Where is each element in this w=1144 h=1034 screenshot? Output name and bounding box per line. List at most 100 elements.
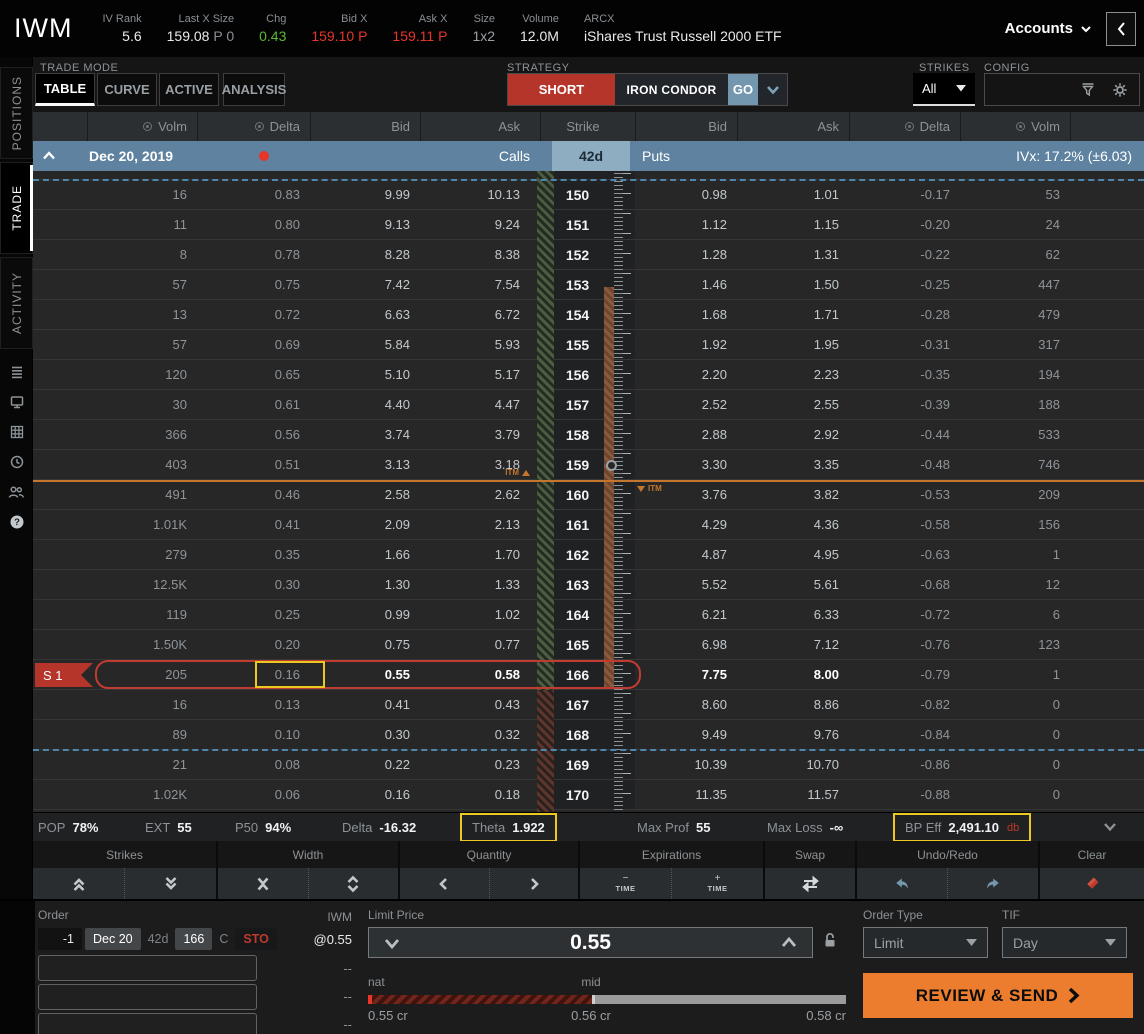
put-bid[interactable]: 1.28	[635, 240, 737, 269]
put-ask[interactable]: 11.57	[737, 780, 849, 809]
call-bid[interactable]: 0.22	[310, 750, 420, 779]
chain-row-strike-157[interactable]: 300.614.404.471572.522.55-0.39188	[33, 390, 1144, 420]
call-ask[interactable]: 5.17	[420, 360, 530, 389]
chain-row-strike-164[interactable]: 1190.250.991.021646.216.33-0.726	[33, 600, 1144, 630]
put-ask[interactable]: 3.35	[737, 450, 849, 479]
put-bid[interactable]: 5.52	[635, 570, 737, 599]
call-bid[interactable]: 1.30	[310, 570, 420, 599]
put-bid[interactable]: 0.98	[635, 180, 737, 209]
strategy-go-button[interactable]: GO	[728, 74, 758, 105]
put-ask[interactable]: 7.12	[737, 630, 849, 659]
col-header-call-ask[interactable]: Ask	[420, 112, 530, 141]
put-ask[interactable]: 8.00	[737, 660, 849, 689]
put-ask[interactable]: 4.36	[737, 510, 849, 539]
col-header-put-delta[interactable]: Delta	[849, 112, 960, 141]
put-ask[interactable]: 5.61	[737, 570, 849, 599]
help-icon[interactable]: ?	[0, 507, 33, 537]
strikes-filter-dropdown[interactable]: All	[913, 73, 975, 106]
put-ask[interactable]: 3.82	[737, 480, 849, 509]
put-ask[interactable]: 2.92	[737, 420, 849, 449]
call-ask[interactable]: 2.13	[420, 510, 530, 539]
put-ask[interactable]: 6.33	[737, 600, 849, 629]
col-header-call-volume[interactable]: Volm	[87, 112, 197, 141]
put-bid[interactable]: 4.87	[635, 540, 737, 569]
users-icon[interactable]	[0, 477, 33, 507]
chevron-down-icon[interactable]	[1102, 820, 1118, 834]
lock-icon[interactable]	[821, 931, 839, 949]
put-bid[interactable]: 6.21	[635, 600, 737, 629]
put-ask[interactable]: 0.88	[737, 171, 849, 179]
monitor-icon[interactable]	[0, 387, 33, 417]
put-bid[interactable]: 7.75	[635, 660, 737, 689]
put-ask[interactable]: 1.71	[737, 300, 849, 329]
order-chip-sto[interactable]: STO	[235, 928, 276, 950]
tab-curve[interactable]: CURVE	[97, 73, 157, 106]
call-bid[interactable]: 6.63	[310, 300, 420, 329]
put-ask[interactable]: 2.55	[737, 390, 849, 419]
tab-table[interactable]: TABLE	[35, 73, 95, 106]
put-bid[interactable]: 2.52	[635, 390, 737, 419]
chain-row-strike-163[interactable]: 12.5K0.301.301.331635.525.61-0.6812	[33, 570, 1144, 600]
order-leg-input[interactable]	[38, 1013, 257, 1034]
chevron-right-button[interactable]	[490, 868, 579, 899]
col-header-put-bid[interactable]: Bid	[635, 112, 737, 141]
limit-price-value[interactable]: 0.55	[415, 928, 766, 957]
chevrons-down-button[interactable]	[125, 868, 216, 899]
tab-active[interactable]: ACTIVE	[159, 73, 219, 106]
call-ask[interactable]: 4.47	[420, 390, 530, 419]
chain-row-strike-167[interactable]: 160.130.410.431678.608.86-0.820	[33, 690, 1144, 720]
put-bid[interactable]: 8.60	[635, 690, 737, 719]
call-ask[interactable]: 8.38	[420, 240, 530, 269]
order-chip--1[interactable]: -1	[38, 928, 82, 950]
put-bid[interactable]: 0.85	[635, 171, 737, 179]
call-bid[interactable]: 5.10	[310, 360, 420, 389]
call-ask[interactable]: 0.23	[420, 750, 530, 779]
call-bid[interactable]: 0.99	[310, 600, 420, 629]
put-bid[interactable]: 2.88	[635, 420, 737, 449]
filter-icon[interactable]	[1079, 81, 1097, 99]
call-ask[interactable]: 0.18	[420, 780, 530, 809]
call-bid[interactable]: 9.99	[310, 180, 420, 209]
chain-row-strike-169[interactable]: 210.080.220.2316910.3910.70-0.860	[33, 750, 1144, 780]
chain-row-strike-170[interactable]: 1.02K0.060.160.1817011.3511.57-0.880	[33, 780, 1144, 810]
eraser-button[interactable]	[1040, 868, 1144, 899]
chain-row-strike-150[interactable]: 160.839.9910.131500.981.01-0.1753	[33, 180, 1144, 210]
call-bid[interactable]: 9.13	[310, 210, 420, 239]
put-bid[interactable]: 4.29	[635, 510, 737, 539]
call-ask[interactable]: 0.32	[420, 720, 530, 749]
redo-button[interactable]	[948, 868, 1038, 899]
call-ask[interactable]: 0.58	[420, 660, 530, 689]
call-bid[interactable]: 10.90	[310, 171, 420, 179]
call-ask[interactable]: 1.33	[420, 570, 530, 599]
call-bid[interactable]: 0.30	[310, 720, 420, 749]
gear-icon[interactable]	[1111, 81, 1129, 99]
put-bid[interactable]: 3.30	[635, 450, 737, 479]
call-ask[interactable]: 1.70	[420, 540, 530, 569]
strategy-direction-button[interactable]: SHORT	[508, 74, 615, 105]
chain-row-strike-156[interactable]: 1200.655.105.171562.202.23-0.35194	[33, 360, 1144, 390]
expiration-row[interactable]: Dec 20, 2019 Calls 42d Puts IVx: 17.2% (…	[33, 141, 1144, 171]
chain-row-strike-152[interactable]: 80.788.288.381521.281.31-0.2262	[33, 240, 1144, 270]
col-header-put-volume[interactable]: Volm	[960, 112, 1070, 141]
call-bid[interactable]: 0.75	[310, 630, 420, 659]
order-chip-42d[interactable]: 42d	[144, 928, 173, 950]
strategy-name-button[interactable]: IRON CONDOR	[615, 74, 728, 105]
col-header-call-bid[interactable]: Bid	[310, 112, 420, 141]
put-ask[interactable]: 1.01	[737, 180, 849, 209]
put-bid[interactable]: 1.12	[635, 210, 737, 239]
put-ask[interactable]: 1.95	[737, 330, 849, 359]
call-bid[interactable]: 0.55	[310, 660, 420, 689]
tif-dropdown[interactable]: Day	[1002, 927, 1127, 958]
call-ask[interactable]: 6.72	[420, 300, 530, 329]
sidebar-tab-trade[interactable]: TRADE	[0, 162, 33, 254]
chain-row-strike-166[interactable]: 2050.160.550.581667.758.00-0.791S 1	[33, 660, 1144, 690]
chain-row-strike-168[interactable]: 890.100.300.321689.499.76-0.840	[33, 720, 1144, 750]
time-minus-button[interactable]: −TIME	[580, 868, 672, 899]
chain-row-strike-153[interactable]: 570.757.427.541531.461.50-0.25447	[33, 270, 1144, 300]
price-decrement-button[interactable]	[369, 928, 415, 957]
chain-row-strike-162[interactable]: 2790.351.661.701624.874.95-0.631	[33, 540, 1144, 570]
call-bid[interactable]: 2.09	[310, 510, 420, 539]
order-leg-input[interactable]	[38, 955, 257, 981]
strategy-dropdown-button[interactable]	[758, 74, 787, 105]
call-bid[interactable]: 1.66	[310, 540, 420, 569]
